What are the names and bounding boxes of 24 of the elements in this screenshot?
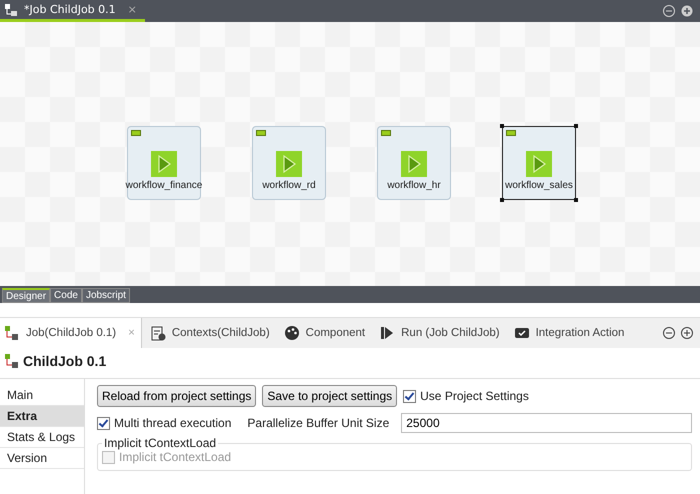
checkbox-label: Multi thread execution <box>114 416 232 430</box>
view-tab[interactable]: Designer <box>2 288 50 303</box>
workflow-node[interactable]: workflow_rd <box>252 126 326 200</box>
view-tab[interactable]: Code <box>50 288 82 303</box>
panel-tab[interactable]: Contexts(ChildJob) <box>146 318 276 348</box>
panel-title: ChildJob 0.1 <box>23 353 106 369</box>
workflow-node[interactable]: workflow_hr <box>377 126 451 200</box>
checkbox-label: Implicit tContextLoad <box>119 450 232 464</box>
view-tab[interactable]: Jobscript <box>82 288 130 303</box>
checkbox-label: Use Project Settings <box>420 389 529 403</box>
sidebar-item[interactable]: Extra <box>0 406 84 427</box>
save-button[interactable]: Save to project settings <box>262 385 398 407</box>
group-title: Implicit tContextLoad <box>102 436 218 450</box>
sidebar-item[interactable]: Stats & Logs <box>0 427 84 448</box>
workflow-node[interactable]: workflow_finance <box>127 126 201 200</box>
panel-tab[interactable]: Integration Action <box>510 318 630 348</box>
reload-button[interactable]: Reload from project settings <box>97 385 256 407</box>
buffer-size-field[interactable]: 25000 <box>401 413 692 433</box>
panel-tab[interactable]: Job(ChildJob 0.1) × <box>0 318 142 348</box>
panel-tab[interactable]: Component <box>280 318 372 348</box>
field-label: Parallelize Buffer Unit Size <box>247 416 390 430</box>
panel-tab[interactable]: Run (Job ChildJob) <box>375 318 506 348</box>
workflow-node[interactable]: workflow_sales <box>502 126 576 200</box>
sidebar-item[interactable]: Version <box>0 448 84 469</box>
